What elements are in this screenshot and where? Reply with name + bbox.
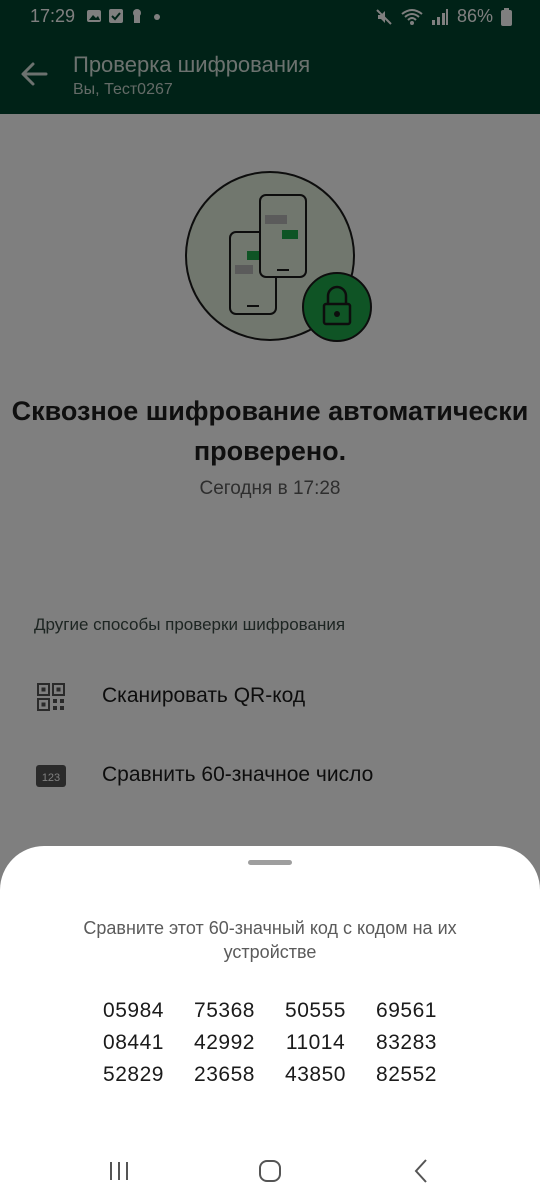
code-group: 83283: [376, 1031, 437, 1054]
code-group: 08441: [103, 1031, 164, 1054]
back-icon[interactable]: [404, 1156, 438, 1186]
sheet-drag-handle[interactable]: [248, 860, 292, 865]
sheet-instruction: Сравните этот 60-значный код с кодом на …: [83, 918, 457, 962]
code-group: 69561: [376, 999, 437, 1022]
home-icon[interactable]: [253, 1156, 287, 1186]
system-nav-bar: [0, 1140, 540, 1204]
code-group: 50555: [285, 999, 346, 1022]
code-group: 23658: [194, 1063, 255, 1086]
code-group: 11014: [285, 1031, 346, 1054]
code-group: 52829: [103, 1063, 164, 1086]
code-group: 82552: [376, 1063, 437, 1086]
code-group: 75368: [194, 999, 255, 1022]
code-group: 05984: [103, 999, 164, 1022]
code-group: 42992: [194, 1031, 255, 1054]
security-code-grid: 05984 75368 50555 69561 08441 42992 1101…: [88, 998, 452, 1088]
recent-apps-icon[interactable]: [102, 1156, 136, 1186]
code-group: 43850: [285, 1063, 346, 1086]
